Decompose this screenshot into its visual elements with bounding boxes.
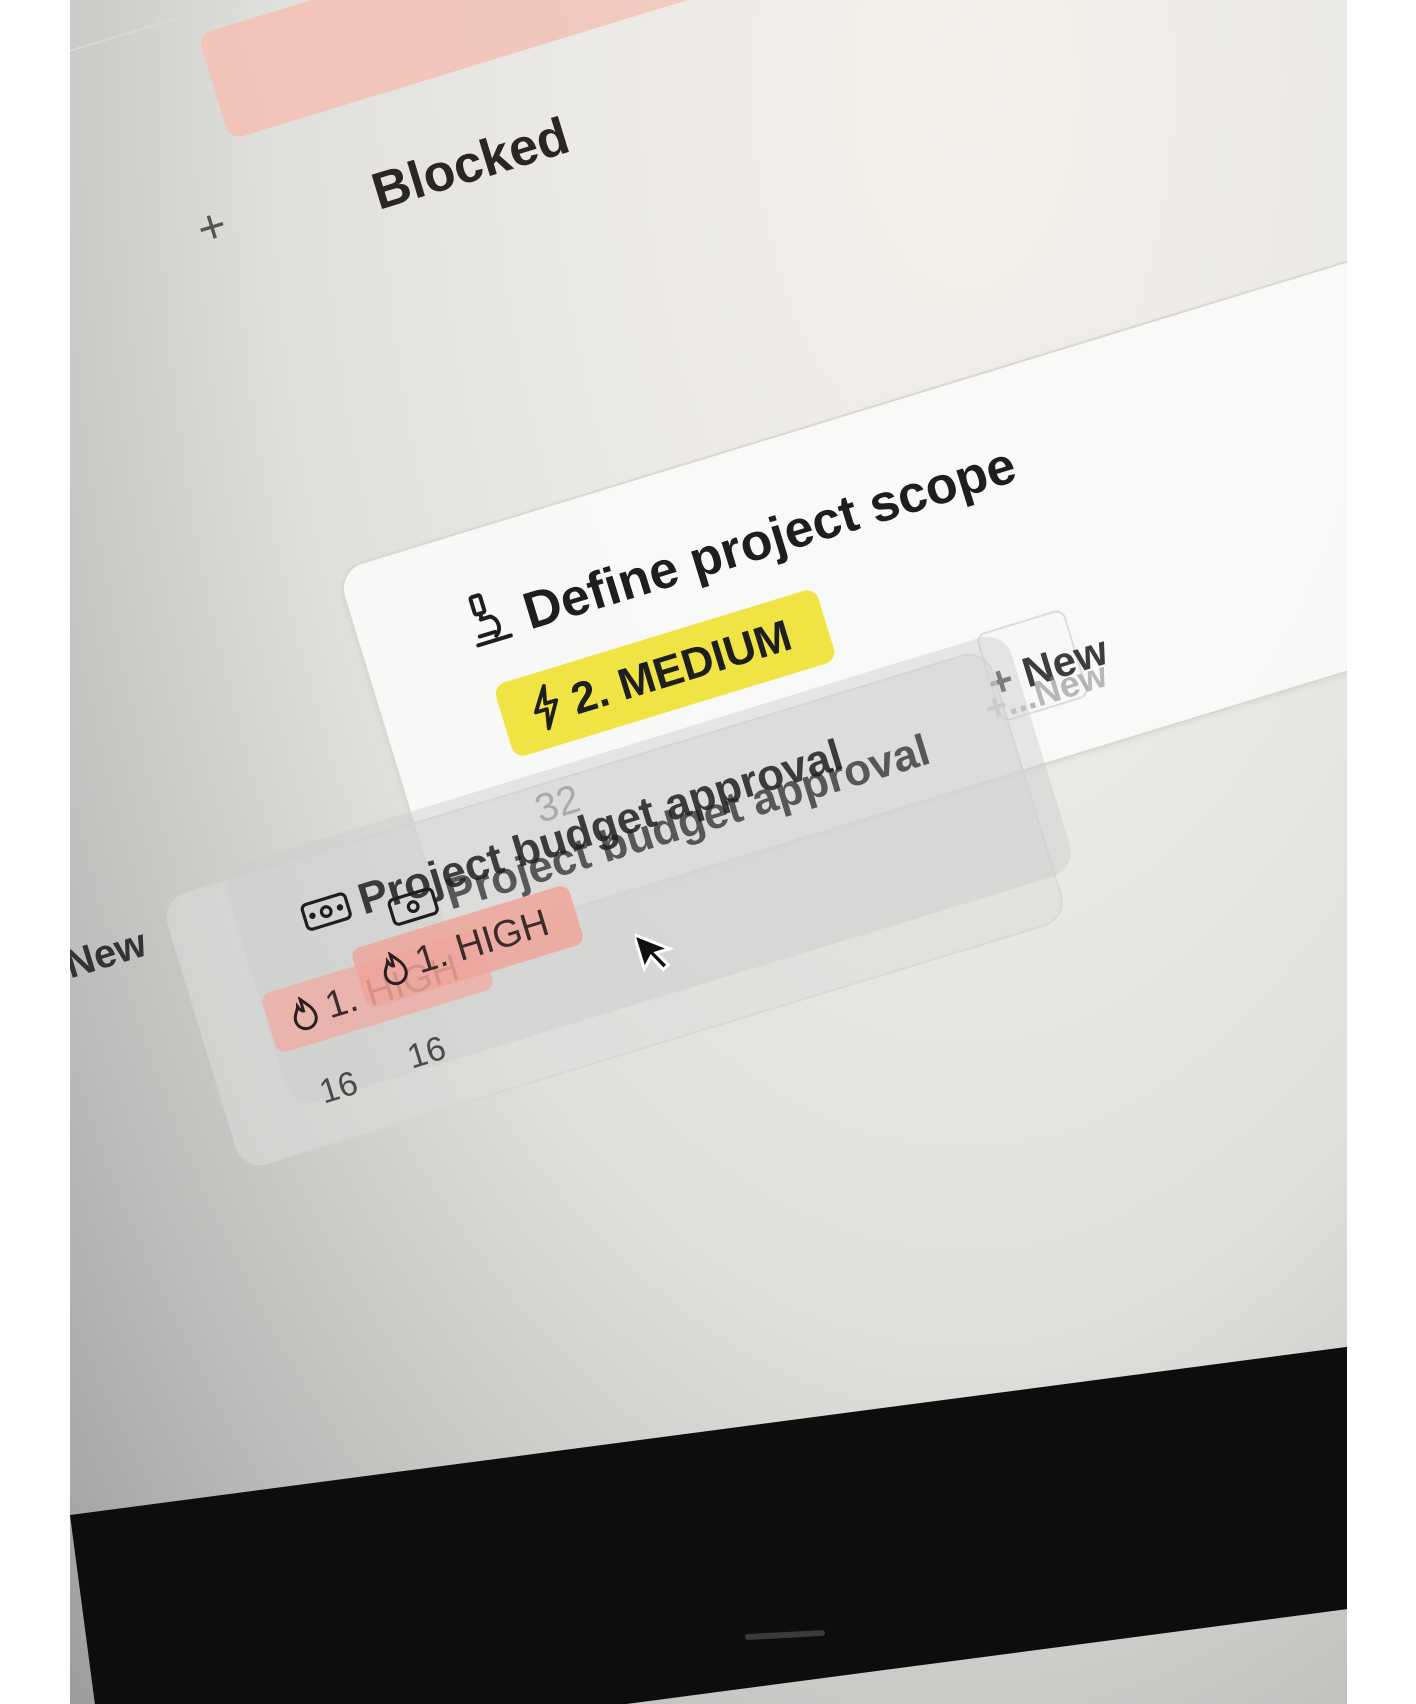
add-column-button[interactable]: + — [191, 197, 234, 258]
status-column-header[interactable] — [197, 0, 1168, 140]
photo-frame: Blocked + Define project scope 2. MEDIUM… — [70, 0, 1347, 1704]
microscope-icon — [468, 593, 513, 648]
money-icon — [300, 892, 352, 931]
mouse-cursor-icon — [635, 932, 675, 973]
flame-icon — [383, 950, 408, 986]
flame-icon — [293, 995, 318, 1031]
device-bezel — [70, 1334, 1347, 1704]
bolt-icon — [533, 684, 559, 731]
kanban-board: Blocked + Define project scope 2. MEDIUM… — [70, 0, 1347, 1300]
status-label: Blocked — [365, 106, 576, 222]
new-card-left-label[interactable]: New — [70, 921, 152, 988]
money-icon — [387, 887, 439, 926]
